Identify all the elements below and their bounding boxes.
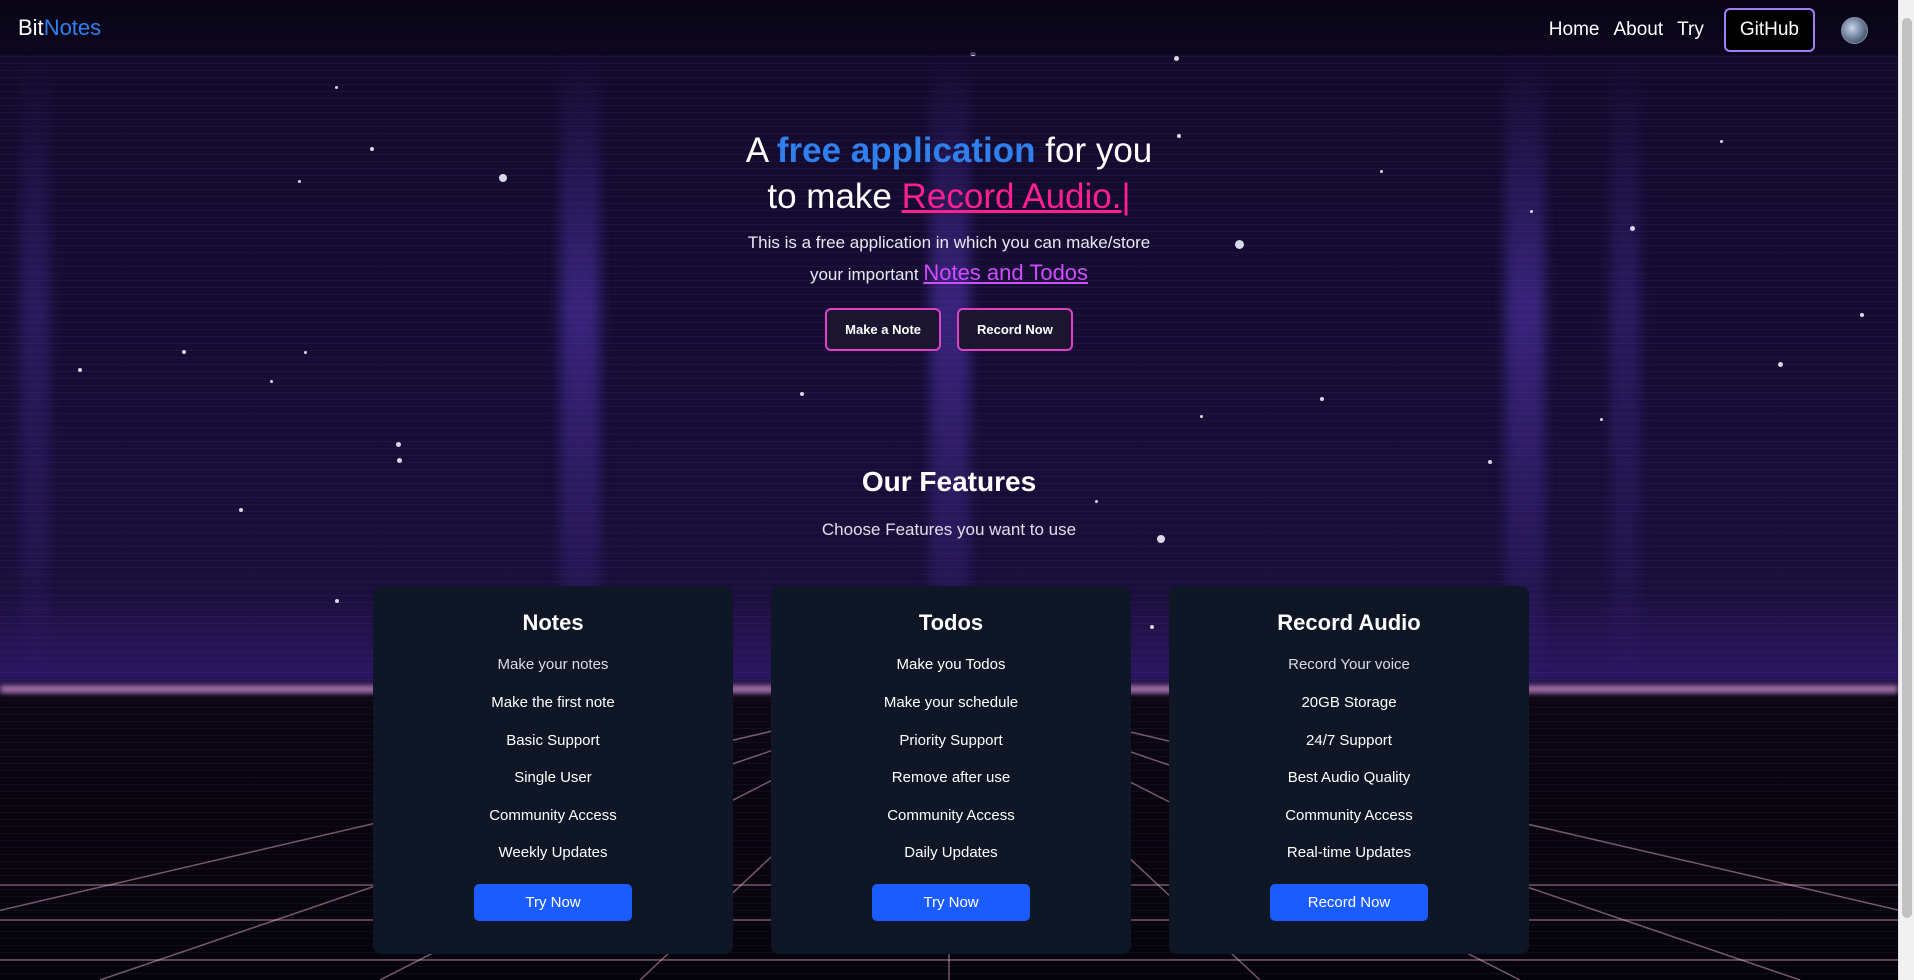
hero-headline-line1: A free application for you [0, 128, 1898, 174]
star [1488, 460, 1492, 464]
feature-cards: Notes Make your notes Make the first not… [373, 586, 1529, 954]
hero-desc-line2: your important Notes and Todos [0, 258, 1898, 290]
list-item: Real-time Updates [1286, 844, 1412, 861]
brand-text-bit: Bit [18, 15, 44, 40]
list-item: Make your schedule [883, 694, 1019, 711]
notes-try-now-button[interactable]: Try Now [474, 883, 632, 921]
star [1200, 415, 1203, 418]
hero-typed-text: Record Audio. [901, 177, 1122, 216]
record-now-hero-button[interactable]: Record Now [957, 308, 1073, 351]
nav-link-about[interactable]: About [1613, 19, 1663, 41]
github-button[interactable]: GitHub [1723, 8, 1815, 52]
list-item: 20GB Storage [1301, 694, 1397, 711]
hero-line1-pre: A [745, 131, 777, 170]
star [335, 86, 338, 89]
hero-desc-line1: This is a free application in which you … [747, 233, 1151, 252]
list-item: Community Access [489, 806, 617, 824]
nav-link-try[interactable]: Try [1677, 19, 1704, 41]
hero-section: A free application for you to make Recor… [0, 128, 1898, 351]
hero-line2-pre: to make [767, 177, 902, 216]
star [800, 392, 804, 396]
list-item: Community Access [1285, 806, 1413, 824]
star [78, 368, 82, 372]
brand-logo[interactable]: BitNotes [18, 15, 101, 41]
list-item: Daily Updates [904, 844, 998, 861]
star [335, 599, 339, 603]
record-now-card-button[interactable]: Record Now [1270, 883, 1428, 921]
star [270, 380, 273, 383]
star [1600, 418, 1603, 421]
list-item: Single User [514, 769, 592, 786]
list-item: Best Audio Quality [1287, 769, 1411, 786]
hero-description: This is a free application in which you … [0, 228, 1898, 290]
user-avatar-icon[interactable] [1841, 16, 1868, 44]
list-item: Basic Support [506, 731, 600, 749]
card-subtitle: Record Your voice [1288, 656, 1410, 673]
star [1778, 362, 1783, 367]
card-feature-list: Make the first note Basic Support Single… [373, 693, 733, 881]
hero-highlight-free-application: free application [776, 131, 1036, 170]
list-item: 24/7 Support [1306, 731, 1392, 749]
card-subtitle: Make you Todos [896, 656, 1006, 673]
card-feature-list: 20GB Storage 24/7 Support Best Audio Qua… [1169, 693, 1529, 881]
hero-line1-post: for you [1035, 131, 1153, 170]
star [304, 351, 307, 354]
star [397, 458, 402, 463]
hero-headline-line2: to make Record Audio.| [0, 174, 1898, 220]
star [1174, 56, 1179, 61]
star [396, 442, 401, 447]
list-item: Weekly Updates [498, 844, 608, 861]
nav-links: Home About Try GitHub [1549, 8, 1868, 52]
list-item: Remove after use [891, 769, 1011, 786]
top-navbar: BitNotes Home About Try GitHub [0, 0, 1898, 55]
nav-link-home[interactable]: Home [1549, 19, 1600, 41]
star [1320, 397, 1324, 401]
card-title: Record Audio [1277, 610, 1421, 635]
list-item: Priority Support [899, 731, 1003, 749]
features-title: Our Features [861, 466, 1037, 497]
typing-cursor: | [1121, 177, 1131, 216]
hero-buttons: Make a Note Record Now [0, 308, 1898, 351]
make-note-button[interactable]: Make a Note [825, 308, 942, 351]
brand-text-notes: Notes [43, 15, 102, 40]
card-feature-list: Make your schedule Priority Support Remo… [771, 693, 1131, 881]
todos-try-now-button[interactable]: Try Now [872, 883, 1030, 921]
feature-card-todos: Todos Make you Todos Make your schedule … [771, 586, 1131, 954]
hero-highlight-notes-todos: Notes and Todos [923, 260, 1089, 285]
feature-card-notes: Notes Make your notes Make the first not… [373, 586, 733, 954]
features-subtitle: Choose Features you want to use [821, 520, 1077, 539]
list-item: Community Access [887, 806, 1015, 824]
card-title: Todos [918, 610, 984, 635]
list-item: Make the first note [491, 694, 615, 711]
feature-card-record-audio: Record Audio Record Your voice 20GB Stor… [1169, 586, 1529, 954]
page-scrollbar[interactable] [1898, 0, 1914, 980]
scrollbar-thumb[interactable] [1902, 18, 1912, 918]
card-title: Notes [522, 610, 584, 635]
features-header: Our Features Choose Features you want to… [0, 466, 1898, 540]
hero-desc-line2-pre: your important [809, 265, 924, 284]
card-subtitle: Make your notes [497, 656, 609, 673]
